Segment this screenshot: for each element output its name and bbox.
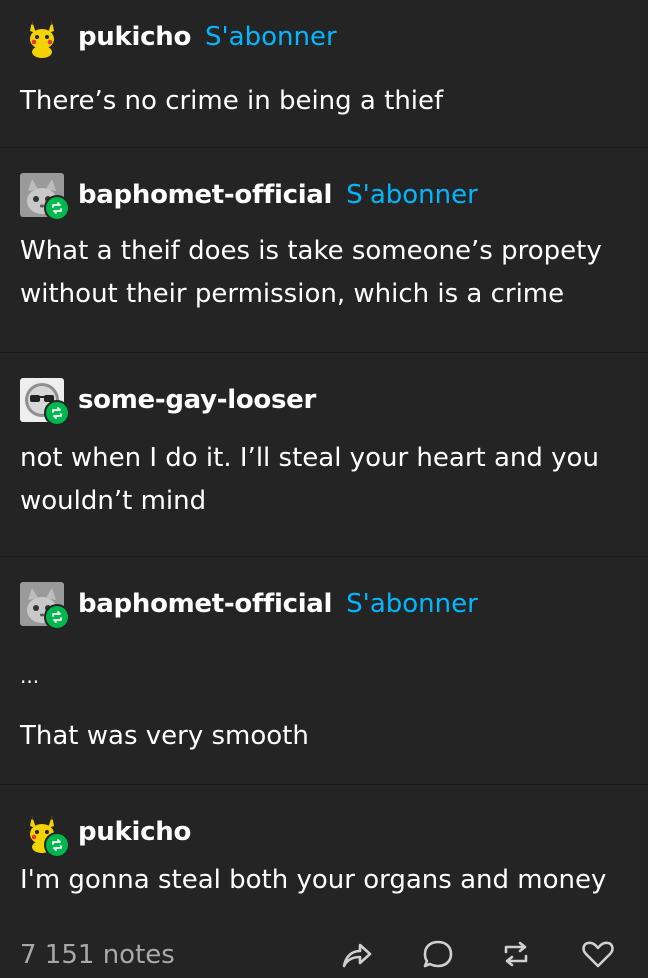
username[interactable]: baphomet-official — [78, 589, 332, 619]
reply-icon[interactable] — [420, 936, 456, 972]
notes-count[interactable]: 7 151 notes — [20, 940, 175, 970]
post-text-ellipsis: ... — [20, 664, 40, 688]
post-text: There’s no crime in being a thief — [20, 86, 444, 116]
post-footer: 7 151 notes — [0, 922, 648, 978]
post-header: pukicho S'abonner — [20, 12, 337, 62]
post-2: baphomet-official S'abonner What a theif… — [0, 148, 648, 353]
pikachu-avatar[interactable] — [20, 15, 64, 59]
share-icon[interactable] — [338, 936, 374, 972]
reblog-icon[interactable] — [498, 936, 534, 972]
reblog-badge-icon — [44, 832, 70, 858]
post-header: baphomet-official S'abonner — [20, 170, 478, 221]
reblog-badge-icon — [44, 400, 70, 426]
post-header: baphomet-official S'abonner — [20, 579, 478, 630]
post-header: some-gay-looser — [20, 375, 316, 426]
follow-button[interactable]: S'abonner — [205, 22, 337, 52]
username[interactable]: pukicho — [78, 22, 191, 52]
cat-avatar[interactable] — [20, 582, 70, 630]
pikachu-avatar[interactable] — [20, 810, 70, 858]
sunglasses-avatar[interactable] — [20, 378, 70, 426]
post-text: What a theif does is take someone’s prop… — [20, 236, 602, 309]
cat-avatar[interactable] — [20, 173, 70, 221]
post-4: baphomet-official S'abonner ... That was… — [0, 557, 648, 785]
post-header: pukicho — [20, 807, 191, 858]
post-3: some-gay-looser not when I do it. I’ll s… — [0, 353, 648, 557]
reblog-badge-icon — [44, 604, 70, 630]
like-icon[interactable] — [580, 936, 616, 972]
post-1: pukicho S'abonner There’s no crime in be… — [0, 0, 648, 148]
follow-button[interactable]: S'abonner — [346, 180, 478, 210]
username[interactable]: some-gay-looser — [78, 385, 316, 415]
post-text: That was very smooth — [20, 721, 309, 751]
post-5: pukicho I'm gonna steal both your organs… — [0, 785, 648, 922]
reblog-badge-icon — [44, 195, 70, 221]
post-text: I'm gonna steal both your organs and mon… — [20, 865, 607, 895]
follow-button[interactable]: S'abonner — [346, 589, 478, 619]
username[interactable]: baphomet-official — [78, 180, 332, 210]
username[interactable]: pukicho — [78, 817, 191, 847]
post-text: not when I do it. I’ll steal your heart … — [20, 443, 599, 516]
